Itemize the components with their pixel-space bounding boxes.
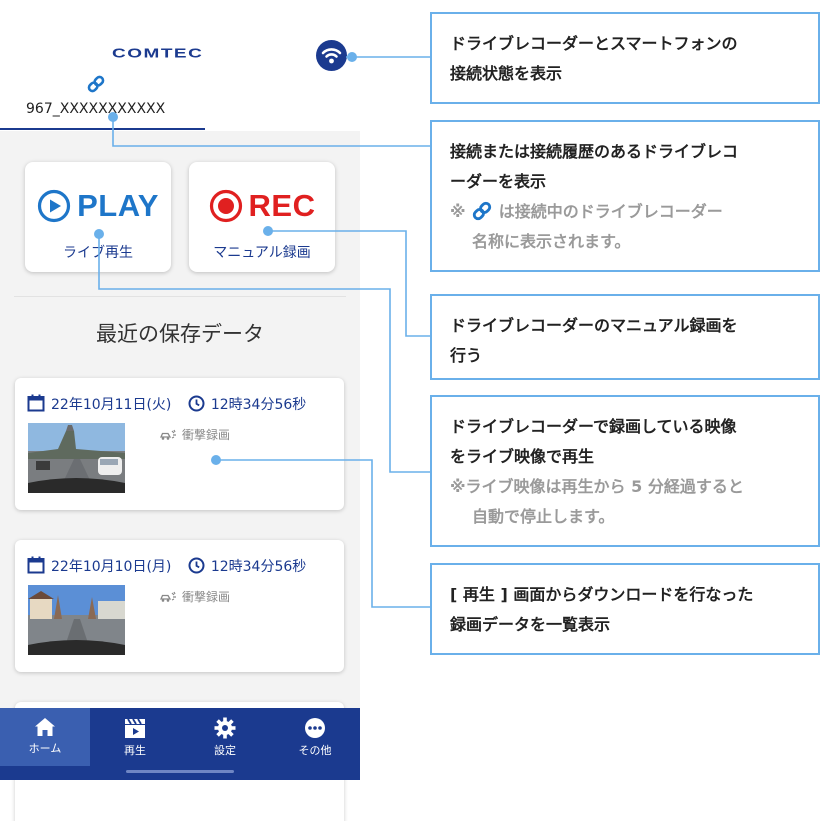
recording-type-tag: 衝撃録画 [160, 426, 230, 443]
recording-date: 22年10月10日(月) [51, 559, 172, 575]
device-name-underline [0, 128, 205, 130]
link-icon [471, 200, 493, 222]
section-divider [14, 296, 346, 297]
impact-car-icon [160, 591, 176, 602]
annotation-manual-rec: ドライブレコーダーのマニュアル録画を 行う [430, 294, 820, 380]
clock-icon [188, 395, 205, 412]
clock-icon [188, 557, 205, 574]
home-icon [35, 718, 55, 736]
manual-rec-button[interactable]: REC マニュアル録画 [189, 162, 335, 272]
recording-type-tag: 衝撃録画 [160, 588, 230, 605]
link-icon [86, 74, 106, 94]
clapperboard-icon [125, 718, 145, 738]
annotation-connection-status: ドライブレコーダーとスマートフォンの 接続状態を表示 [430, 12, 820, 104]
app-header: COMTEC 967_XXXXXXXXXXX [0, 0, 360, 131]
recording-datetime: 22年10月10日(月) 12時34分56秒 [27, 556, 306, 576]
annotation-device-name: 接続または接続履歴のあるドライブレコ ーダーを表示 ※ は接続中のドライブレコー… [430, 120, 820, 272]
phone-screen: COMTEC 967_XXXXXXXXXXX PLAY ライブ再生 REC マニ… [0, 0, 360, 821]
home-indicator-bar [126, 770, 234, 773]
impact-car-icon [160, 429, 176, 440]
rec-title: REC [189, 188, 335, 224]
nav-tab-playback[interactable]: 再生 [90, 708, 180, 766]
more-dots-icon [305, 718, 325, 738]
recording-time: 12時34分56秒 [210, 397, 307, 413]
annotation-recent-data: [ 再生 ] 画面からダウンロードを行なった 録画データを一覧表示 [430, 563, 820, 655]
section-title: 最近の保存データ [96, 322, 264, 346]
recording-date: 22年10月11日(火) [51, 397, 172, 413]
calendar-icon [27, 556, 45, 574]
nav-tab-home[interactable]: ホーム [0, 708, 90, 766]
play-title: PLAY [25, 188, 171, 224]
nav-tab-more[interactable]: その他 [270, 708, 360, 766]
wifi-connection-icon[interactable] [316, 40, 347, 71]
recording-card[interactable]: 22年10月10日(月) 12時34分56秒 衝撃録画 [15, 540, 344, 672]
gear-icon [214, 717, 236, 739]
rec-label: マニュアル録画 [213, 245, 311, 261]
recording-thumbnail[interactable] [28, 585, 125, 655]
live-play-button[interactable]: PLAY ライブ再生 [25, 162, 171, 272]
play-circle-icon [37, 189, 71, 223]
recording-card[interactable]: 22年10月11日(火) 12時34分56秒 衝撃録画 [15, 378, 344, 510]
brand-logo: COMTEC [112, 46, 204, 61]
recording-time: 12時34分56秒 [210, 559, 307, 575]
calendar-icon [27, 394, 45, 412]
record-circle-icon [209, 189, 242, 223]
recording-datetime: 22年10月11日(火) 12時34分56秒 [27, 394, 306, 414]
recording-thumbnail[interactable] [28, 423, 125, 493]
annotation-live-play: ドライブレコーダーで録画している映像 をライブ映像で再生 ※ライブ映像は再生から… [430, 395, 820, 547]
connected-device-name[interactable]: 967_XXXXXXXXXXX [26, 101, 165, 117]
nav-tab-settings[interactable]: 設定 [180, 708, 270, 766]
play-label: ライブ再生 [63, 245, 133, 261]
